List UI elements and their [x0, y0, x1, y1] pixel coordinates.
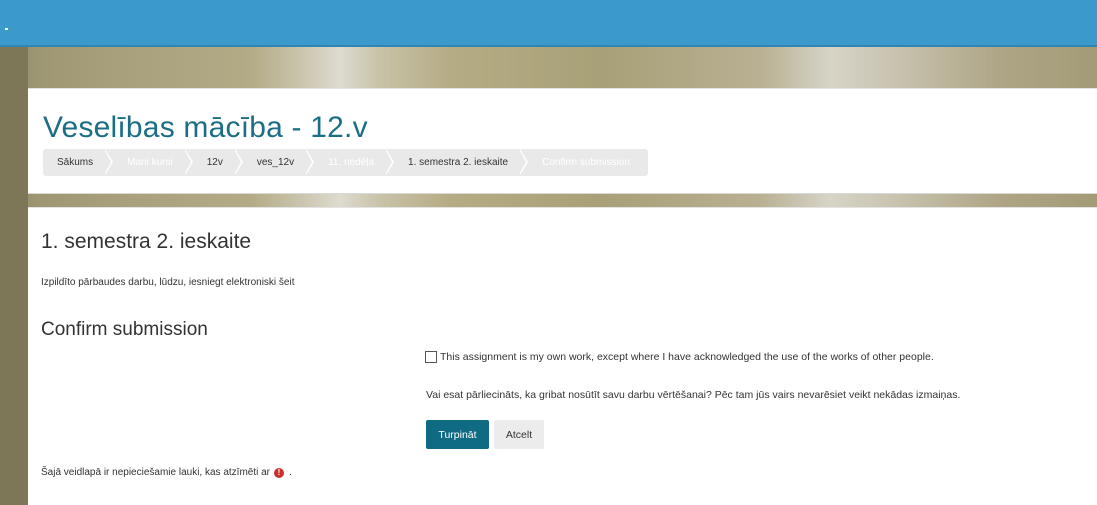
confirm-question: Vai esat pārliecināts, ka gribat nosūtīt… [426, 389, 961, 401]
required-fields-text: Šajā veidlapā ir nepieciešamie lauki, ka… [41, 467, 270, 478]
cancel-button[interactable]: Atcelt [494, 420, 544, 449]
required-fields-note: Šajā veidlapā ir nepieciešamie lauki, ka… [41, 467, 292, 478]
required-fields-end: . [289, 467, 292, 478]
breadcrumb-item-home[interactable]: Sākums [43, 149, 114, 176]
page-header: Veselības mācība - 12.v Sākums Mani kurs… [28, 88, 1097, 194]
breadcrumb-item-confirm-submission: Confirm submission [542, 157, 630, 168]
nav-menu-icon[interactable] [5, 28, 8, 30]
breadcrumb-item-ves-12v[interactable]: ves_12v [235, 149, 315, 176]
submission-statement-label[interactable]: This assignment is my own work, except w… [440, 351, 934, 363]
submission-statement-checkbox[interactable] [425, 351, 437, 363]
assignment-title: 1. semestra 2. ieskaite [41, 230, 252, 253]
top-navbar [0, 0, 1097, 47]
confirm-submission-heading: Confirm submission [41, 319, 208, 340]
breadcrumb: Sākums Mani kursi 12v ves_12v 11. nedēļa… [43, 149, 648, 176]
assignment-intro: Izpildīto pārbaudes darbu, lūdzu, iesnie… [41, 277, 295, 288]
exclamation-circle-icon: ! [274, 467, 284, 478]
submission-statement-row[interactable]: This assignment is my own work, except w… [425, 351, 934, 363]
breadcrumb-item-my-courses[interactable]: Mani kursi [105, 149, 193, 176]
main-content: 1. semestra 2. ieskaite Izpildīto pārbau… [28, 207, 1097, 505]
course-title: Veselības mācība - 12.v [43, 111, 368, 144]
background-shade [0, 47, 28, 505]
continue-button[interactable]: Turpināt [426, 420, 489, 449]
breadcrumb-item-week-11[interactable]: 11. nedēļa [306, 149, 395, 176]
breadcrumb-item-assignment[interactable]: 1. semestra 2. ieskaite [386, 149, 529, 176]
